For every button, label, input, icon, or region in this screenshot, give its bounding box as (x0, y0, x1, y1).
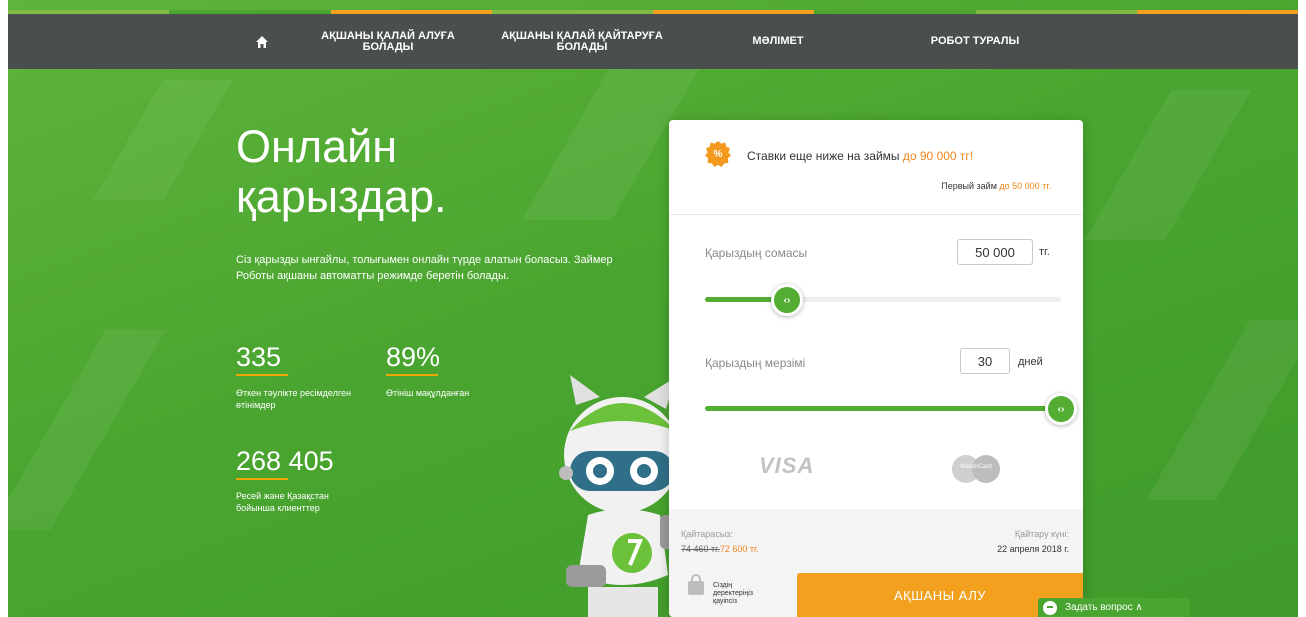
hero-title: Онлайн қарыздар. (236, 121, 447, 222)
term-unit: дней (1018, 356, 1043, 368)
term-input[interactable] (960, 348, 1010, 374)
term-slider-handle[interactable]: ‹› (1045, 393, 1077, 425)
amount-input[interactable] (957, 239, 1033, 265)
nav-item-how-to-get[interactable]: АҚШАНЫ ҚАЛАЙ АЛУҒА БОЛАДЫ (308, 14, 468, 69)
chat-label: Задать вопрос ∧ (1065, 602, 1143, 613)
stat-approval-label: Өтініш мақұлданған (386, 388, 470, 398)
percent-badge-icon: % (705, 141, 731, 167)
loan-calculator-card: % Ставки еще ниже на займы до 90 000 тг!… (669, 120, 1083, 617)
nav-item-label: РОБОТ ТУРАЛЫ (930, 35, 1020, 47)
term-slider[interactable]: ‹› (705, 393, 1077, 425)
promo-first-loan: Первый займ до 50 000 тг. (941, 181, 1051, 191)
return-date-value: 22 апреля 2018 г. (997, 544, 1069, 554)
nav-item-label: АҚШАНЫ ҚАЛАЙ АЛУҒА БОЛАДЫ (321, 29, 455, 53)
stat-applications-label: Өткен тәуліктe ресімделген өтінімдер (236, 388, 351, 410)
page: АҚШАНЫ ҚАЛАЙ АЛУҒА БОЛАДЫ АҚШАНЫ ҚАЛАЙ Қ… (8, 0, 1298, 617)
term-label: Қарыздың мерзімі (705, 356, 806, 370)
lock-icon (688, 574, 704, 595)
hero-description: Сіз қарызды ынғайлы, толығымен онлайн тү… (236, 254, 613, 282)
nav-item-info[interactable]: МӘЛІМЕТ (738, 14, 818, 69)
return-new-price: 72 600 тг. (719, 544, 759, 554)
amount-slider[interactable]: ‹› (705, 284, 1061, 316)
stat-clients-value: 268 405 (236, 446, 334, 480)
nav-item-how-to-return[interactable]: АҚШАНЫ ҚАЛАЙ ҚАЙТАРУҒА БОЛАДЫ (489, 14, 675, 69)
mastercard-logo: MasterCard (952, 455, 1000, 483)
return-old-price: 74 460 тг. (681, 544, 720, 554)
promo-text: Ставки еще ниже на займы до 90 000 тг! (747, 149, 973, 163)
secure-data-note: Сіздің деректеріңіз қауіпсіз (713, 582, 754, 605)
nav-item-about-robot[interactable]: РОБОТ ТУРАЛЫ (920, 14, 1030, 69)
return-amount-value: 74 460 тг.72 600 тг. (681, 544, 759, 554)
nav-item-label: МӘЛІМЕТ (752, 35, 804, 47)
ask-question-chat-button[interactable]: Задать вопрос ∧ (1038, 598, 1190, 617)
bg-pattern (1084, 90, 1252, 240)
chat-bubble-icon (1043, 600, 1057, 615)
return-amount-label: Қайтарасыз: (681, 529, 733, 539)
visa-logo: VISA (759, 453, 815, 478)
promo-first-loan-text: Первый займ (941, 181, 1000, 191)
promo-first-loan-amount: до 50 000 тг. (999, 181, 1051, 191)
promo-banner: % Ставки еще ниже на займы до 90 000 тг!… (669, 120, 1083, 215)
amount-slider-handle[interactable]: ‹› (771, 284, 803, 316)
slider-arrows-icon: ‹› (1057, 403, 1065, 415)
bg-pattern (93, 80, 233, 200)
slider-arrows-icon: ‹› (783, 294, 791, 306)
bg-pattern (8, 330, 166, 530)
stat-clients-label: Ресей және Қазақстан бойынша клиенттер (236, 491, 329, 513)
mastercard-logo-text: MasterCard (960, 464, 992, 470)
stat-approval-value: 89% (386, 342, 441, 376)
term-slider-fill (705, 406, 1061, 411)
home-button[interactable] (241, 14, 283, 69)
promo-text-main: Ставки еще ниже на займы (747, 149, 903, 163)
amount-label: Қарыздың сомасы (705, 246, 808, 260)
main-nav: АҚШАНЫ ҚАЛАЙ АЛУҒА БОЛАДЫ АҚШАНЫ ҚАЛАЙ Қ… (8, 14, 1298, 69)
nav-item-label: АҚШАНЫ ҚАЛАЙ ҚАЙТАРУҒА БОЛАДЫ (501, 29, 663, 53)
amount-unit: тг. (1039, 246, 1050, 258)
stat-applications-value: 335 (236, 342, 289, 376)
bg-pattern (1146, 320, 1298, 500)
promo-amount: до 90 000 тг! (902, 149, 974, 163)
return-date-label: Қайтару күні: (1014, 529, 1069, 539)
home-icon (256, 35, 268, 48)
